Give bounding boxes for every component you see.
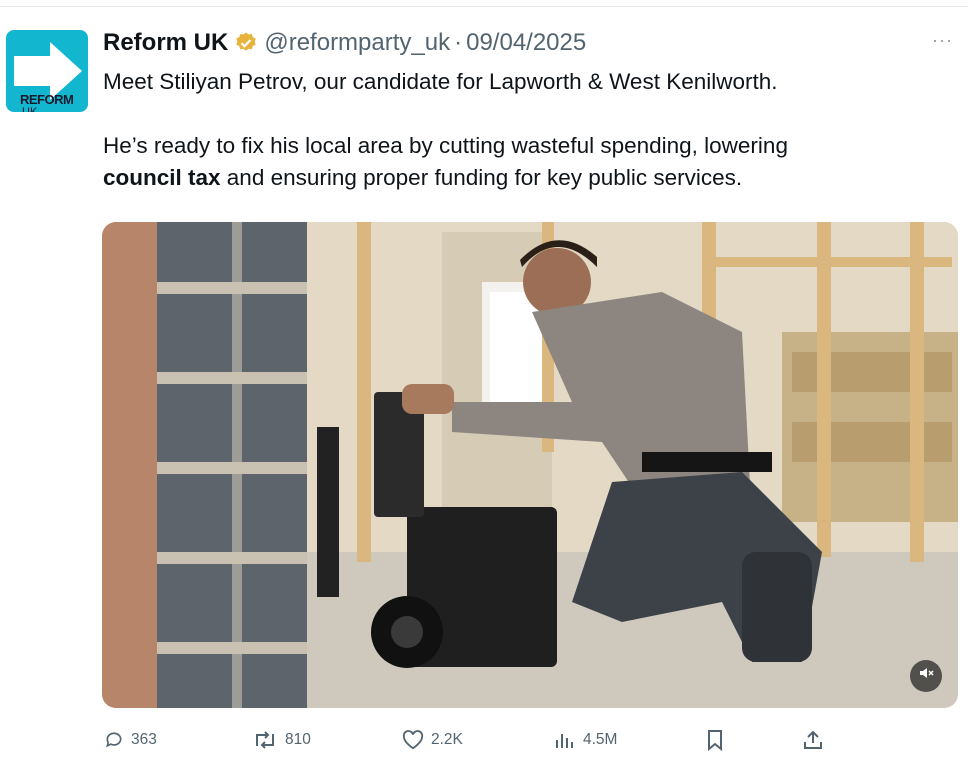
tweet-bold-phrase: council tax: [103, 165, 221, 190]
tweet-line-2-start: He’s ready to fix his local area by cutt…: [103, 133, 788, 158]
reply-count: 363: [131, 731, 157, 748]
video-player[interactable]: [102, 222, 958, 708]
heart-icon: [402, 730, 424, 750]
top-divider: [0, 6, 968, 7]
author-handle[interactable]: @reformparty_uk: [264, 29, 450, 57]
views-icon: [556, 734, 573, 748]
like-button[interactable]: 2.2K: [402, 722, 463, 758]
post-date[interactable]: 09/04/2025: [466, 29, 586, 57]
author-name[interactable]: Reform UK: [103, 29, 228, 57]
repost-button[interactable]: 810: [252, 722, 311, 758]
avatar-brand-text: REFORM: [20, 92, 74, 107]
action-bar: 363 810 2.2K 4.5M: [0, 722, 968, 762]
tweet-text: Meet Stiliyan Petrov, our candidate for …: [103, 66, 948, 194]
share-button[interactable]: [802, 722, 831, 758]
video-frame: [102, 222, 958, 708]
header-separator: ·: [454, 29, 463, 56]
verified-badge-icon: [234, 31, 258, 55]
reply-icon: [106, 732, 122, 748]
bookmark-button[interactable]: [705, 722, 732, 758]
tweet-line-2: He’s ready to fix his local area by cutt…: [103, 130, 948, 194]
mute-icon[interactable]: [910, 660, 942, 692]
like-count: 2.2K: [431, 731, 463, 748]
tweet-line-1: Meet Stiliyan Petrov, our candidate for …: [103, 69, 778, 94]
views-button[interactable]: 4.5M: [554, 722, 617, 758]
tweet-header: Reform UK @reformparty_uk · 09/04/2025: [103, 26, 586, 60]
views-count: 4.5M: [583, 731, 618, 748]
avatar[interactable]: REFORM UK: [6, 30, 88, 112]
share-icon: [804, 730, 822, 749]
repost-icon: [256, 731, 274, 749]
reply-button[interactable]: 363: [104, 722, 157, 758]
tweet-line-2-end: and ensuring proper funding for key publ…: [220, 165, 743, 190]
repost-count: 810: [285, 731, 311, 748]
more-options-icon[interactable]: ···: [932, 30, 953, 51]
avatar-brand-subtext: UK: [22, 106, 38, 113]
bookmark-icon: [708, 730, 722, 751]
